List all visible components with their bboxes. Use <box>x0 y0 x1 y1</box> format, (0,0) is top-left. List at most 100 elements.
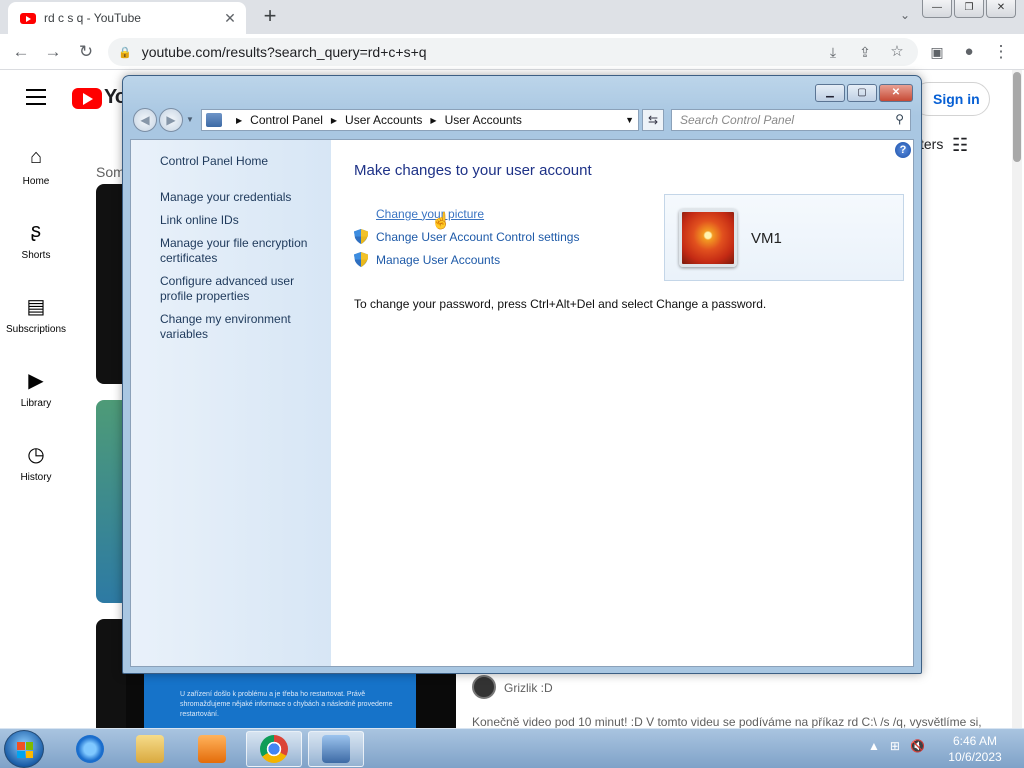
scrollbar-thumb[interactable] <box>1013 72 1021 162</box>
side-panel-icon[interactable]: ▣ <box>924 39 950 65</box>
tab-youtube[interactable]: rd c s q - YouTube ✕ <box>8 2 246 34</box>
history-icon: ◷ <box>27 444 45 466</box>
taskbar-media-player[interactable] <box>184 731 240 767</box>
tab-title: rd c s q - YouTube <box>44 11 141 25</box>
link-advanced-profile[interactable]: Configure advanced user profile properti… <box>160 274 320 304</box>
clock-time: 6:46 AM <box>952 734 998 748</box>
filters-sliders-icon[interactable]: ☷ <box>952 135 968 156</box>
nav-item-subscriptions[interactable]: ▤ Subscriptions <box>0 294 72 368</box>
breadcrumb-user-accounts[interactable]: User Accounts <box>345 113 422 127</box>
cp-address-bar[interactable]: ▶ Control Panel ▶ User Accounts ▶ User A… <box>201 109 639 131</box>
filters-label[interactable]: ters <box>920 136 943 152</box>
bookmark-star-icon[interactable]: ☆ <box>884 39 910 65</box>
link-file-encryption[interactable]: Manage your file encryption certificates <box>160 236 320 266</box>
recent-pages-dropdown-icon[interactable]: ▼ <box>186 108 194 132</box>
chrome-icon <box>260 735 288 763</box>
nav-item-shorts[interactable]: ʂ Shorts <box>0 220 72 294</box>
cp-main-pane: ? Make changes to your user account Chan… <box>331 140 913 666</box>
nav-label: Home <box>22 176 50 187</box>
forward-arrow-icon[interactable]: → <box>40 39 66 65</box>
cp-maximize-button[interactable]: ▢ <box>847 84 877 102</box>
sign-in-button[interactable]: Sign in <box>912 82 990 116</box>
cp-forward-icon[interactable]: ▶ <box>159 108 183 132</box>
cp-search-input[interactable]: Search Control Panel ⚲ <box>671 109 911 131</box>
nav-item-history[interactable]: ◷ History <box>0 442 72 516</box>
taskbar-control-panel[interactable] <box>308 731 364 767</box>
tab-close-icon[interactable]: ✕ <box>222 10 238 26</box>
address-dropdown-icon[interactable]: ▼ <box>625 115 634 125</box>
link-environment-variables[interactable]: Change my environment variables <box>160 312 320 342</box>
user-picture-flower[interactable] <box>679 209 737 267</box>
taskbar-chrome[interactable] <box>246 731 302 767</box>
clock-date: 10/6/2023 <box>948 750 1002 764</box>
system-tray: ▲ ⊞ 🔇 <box>868 739 925 753</box>
uac-shield-icon <box>354 229 368 244</box>
start-button[interactable] <box>4 730 44 768</box>
media-player-icon <box>198 735 226 763</box>
hamburger-menu-icon[interactable] <box>26 89 46 105</box>
cp-back-icon[interactable]: ◀ <box>133 108 157 132</box>
shorts-icon: ʂ <box>31 220 41 242</box>
search-icon[interactable]: ⚲ <box>895 112 904 126</box>
clock[interactable]: 6:46 AM 10/6/2023 <box>940 733 1010 765</box>
cp-refresh-icon[interactable]: ⇆ <box>642 109 664 131</box>
task-label[interactable]: Change User Account Control settings <box>376 230 579 244</box>
subscriptions-icon: ▤ <box>26 296 46 318</box>
breadcrumb-separator-icon[interactable]: ▶ <box>430 116 436 125</box>
browser-close-button[interactable]: ✕ <box>986 0 1016 18</box>
internet-explorer-icon <box>76 735 104 763</box>
link-control-panel-home[interactable]: Control Panel Home <box>160 154 320 169</box>
url-text: youtube.com/results?search_query=rd+c+s+… <box>141 44 427 60</box>
page-title: Make changes to your user account <box>354 162 592 179</box>
breadcrumb-user-accounts-current[interactable]: User Accounts <box>445 113 522 127</box>
cp-window-controls: ▁ ▢ ✕ <box>815 84 913 102</box>
channel-name[interactable]: Grizlik :D <box>504 681 553 695</box>
lock-icon: 🔒 <box>118 46 132 59</box>
profile-icon[interactable]: ● <box>956 39 982 65</box>
nav-label: Shorts <box>21 250 51 261</box>
network-icon[interactable]: ⊞ <box>890 739 900 753</box>
link-manage-credentials[interactable]: Manage your credentials <box>160 190 320 205</box>
back-arrow-icon[interactable]: ← <box>8 39 34 65</box>
install-icon[interactable]: ⤓ <box>820 39 846 65</box>
reload-icon[interactable]: ↻ <box>73 39 99 65</box>
browser-minimize-button[interactable]: — <box>922 0 952 18</box>
library-icon: ▶ <box>28 370 44 392</box>
control-panel-window: ▁ ▢ ✕ ◀ ▶ ▼ ▶ Control Panel ▶ User Accou… <box>122 75 922 674</box>
volume-muted-icon[interactable]: 🔇 <box>910 739 925 753</box>
browser-toolbar: ← → ↻ 🔒 youtube.com/results?search_query… <box>0 34 1024 70</box>
tab-search-chevron-icon[interactable]: ⌄ <box>896 8 914 26</box>
youtube-logo-icon[interactable] <box>72 88 102 109</box>
address-bar[interactable]: 🔒 youtube.com/results?search_query=rd+c+… <box>108 38 918 66</box>
breadcrumb-control-panel[interactable]: Control Panel <box>250 113 323 127</box>
youtube-side-nav: ⌂ Home ʂ Shorts ▤ Subscriptions ▶ Librar… <box>0 146 72 516</box>
new-tab-button[interactable]: + <box>258 5 282 29</box>
nav-label: Library <box>20 398 52 409</box>
nav-item-library[interactable]: ▶ Library <box>0 368 72 442</box>
browser-menu-icon[interactable]: ⋮ <box>988 39 1014 65</box>
account-tile: VM1 <box>664 194 904 281</box>
help-icon[interactable]: ? <box>895 142 911 158</box>
section-heading: Som <box>96 164 125 180</box>
channel-avatar[interactable] <box>472 675 496 699</box>
cp-minimize-button[interactable]: ▁ <box>815 84 845 102</box>
account-name: VM1 <box>751 230 782 247</box>
link-online-ids[interactable]: Link online IDs <box>160 213 320 228</box>
cp-close-button[interactable]: ✕ <box>879 84 913 102</box>
taskbar-internet-explorer[interactable] <box>62 731 118 767</box>
taskbar-explorer[interactable] <box>122 731 178 767</box>
show-hidden-icons-icon[interactable]: ▲ <box>868 739 880 753</box>
bsod-thumbnail[interactable]: U zařízení došlo k problému a je třeba h… <box>144 674 416 729</box>
breadcrumb-separator-icon[interactable]: ▶ <box>236 116 242 125</box>
taskbar: ▲ ⊞ 🔇 6:46 AM 10/6/2023 <box>0 728 1024 768</box>
share-icon[interactable]: ⇪ <box>852 39 878 65</box>
cp-task-pane: Control Panel Home Manage your credentia… <box>131 140 331 666</box>
nav-item-home[interactable]: ⌂ Home <box>0 146 72 220</box>
control-panel-icon <box>206 113 222 127</box>
browser-restore-button[interactable]: ❐ <box>954 0 984 18</box>
breadcrumb-separator-icon[interactable]: ▶ <box>331 116 337 125</box>
page-scrollbar[interactable] <box>1012 70 1022 728</box>
nav-label: Subscriptions <box>5 324 67 335</box>
windows-flag-icon <box>17 742 33 758</box>
task-label[interactable]: Manage User Accounts <box>376 253 500 267</box>
